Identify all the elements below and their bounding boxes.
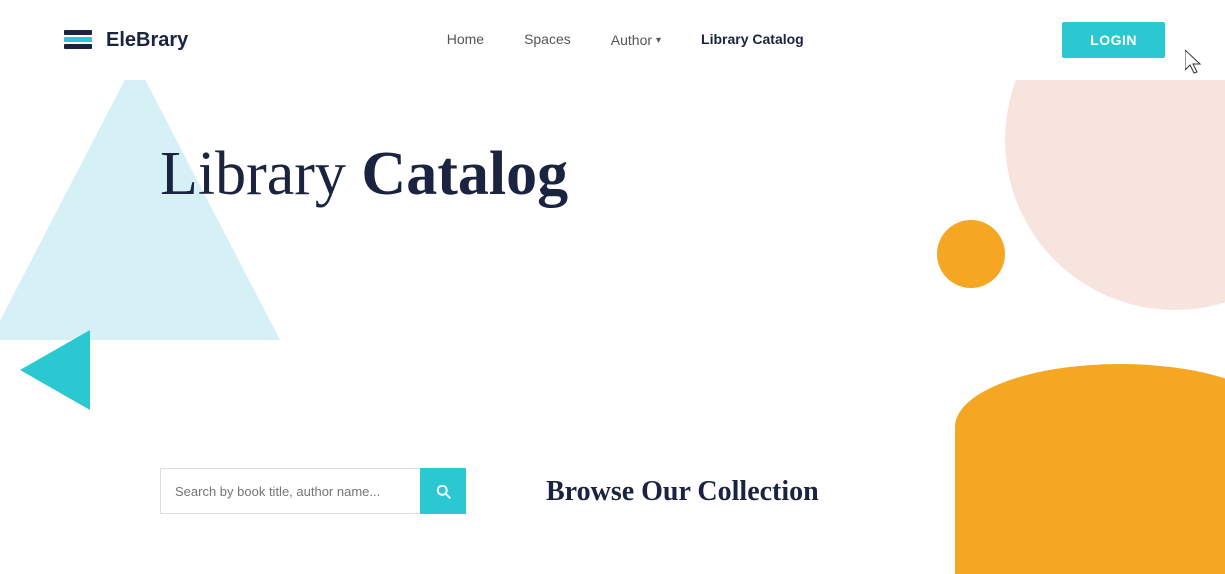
nav-item-spaces[interactable]: Spaces [524, 31, 571, 49]
logo-text: EleBrary [106, 29, 188, 52]
nav-item-home[interactable]: Home [447, 31, 484, 49]
browse-title: Browse Our Collection [546, 476, 819, 514]
decorative-triangle-small [20, 330, 90, 410]
search-bar [160, 468, 466, 514]
nav-link-home[interactable]: Home [447, 31, 484, 47]
login-button[interactable]: LOGIN [1062, 22, 1165, 58]
hero-title: Library Catalog [160, 140, 1225, 208]
navbar: EleBrary Home Spaces Author ▾ Library Ca… [0, 0, 1225, 80]
nav-link-author[interactable]: Author [611, 32, 652, 48]
logo[interactable]: EleBrary [60, 22, 188, 58]
nav-link-library-catalog[interactable]: Library Catalog [701, 31, 804, 47]
search-input[interactable] [160, 468, 420, 514]
decorative-circle-yellow [937, 220, 1005, 288]
search-icon [434, 482, 452, 500]
nav-link-spaces[interactable]: Spaces [524, 31, 571, 47]
bottom-peek: Browse Our Collection [0, 454, 1225, 514]
nav-item-author[interactable]: Author ▾ [611, 32, 661, 48]
main-content: Library Catalog [0, 80, 1225, 208]
search-button[interactable] [420, 468, 466, 514]
nav-item-library-catalog[interactable]: Library Catalog [701, 31, 804, 49]
nav-links: Home Spaces Author ▾ Library Catalog [447, 31, 804, 49]
chevron-down-icon: ▾ [656, 35, 661, 46]
logo-icon [60, 22, 96, 58]
